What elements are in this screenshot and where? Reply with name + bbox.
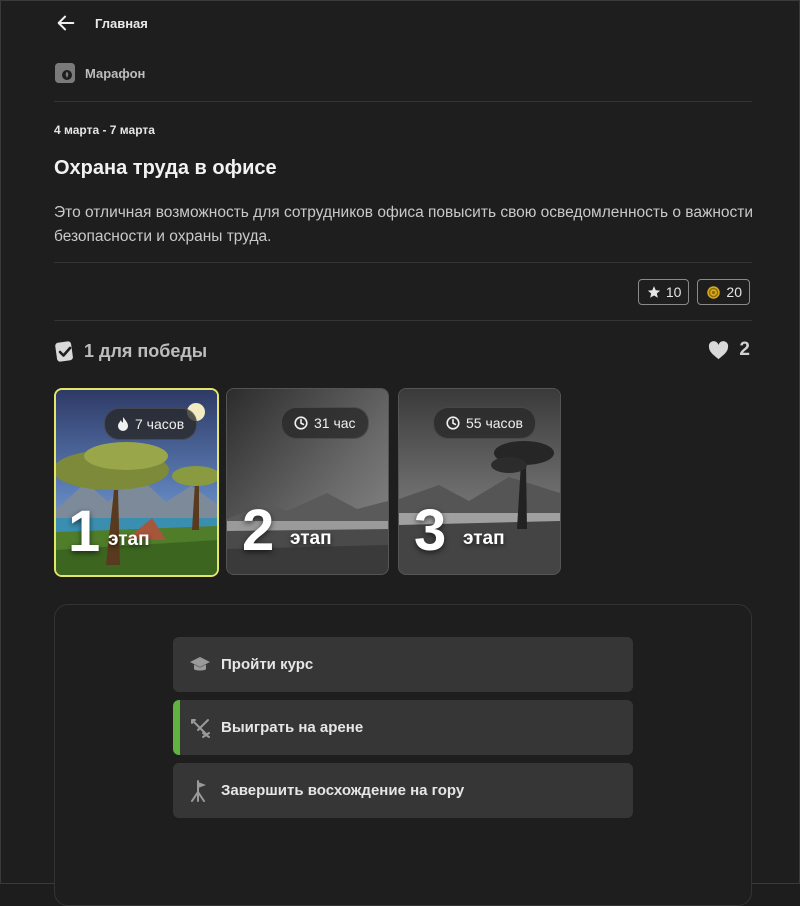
event-description: Это отличная возможность для сотрудников… bbox=[54, 204, 754, 245]
coins-count: 20 bbox=[726, 284, 742, 300]
stars-count: 10 bbox=[665, 284, 682, 300]
star-icon bbox=[647, 286, 660, 298]
stage-label: этап bbox=[290, 528, 332, 549]
divider bbox=[54, 262, 752, 263]
clock-icon bbox=[446, 416, 460, 430]
win-label: 1 для победы bbox=[84, 340, 208, 361]
category-tag: Марафон bbox=[55, 63, 145, 83]
task-label: Завершить восхождение на гору bbox=[221, 782, 465, 799]
task-win-arena[interactable]: Выиграть на арене bbox=[173, 700, 633, 755]
event-title: Охрана труда в офисе bbox=[54, 157, 277, 179]
likes[interactable]: 2 bbox=[708, 339, 750, 361]
stage-duration: 55 часов bbox=[466, 415, 523, 431]
heart-icon[interactable] bbox=[708, 340, 729, 360]
stage-duration-pill: 7 часов bbox=[104, 408, 198, 440]
stage-number: 1 bbox=[68, 499, 101, 564]
app-frame: Главная Марафон 4 марта - 7 марта Охрана… bbox=[0, 0, 800, 906]
coin-icon bbox=[707, 285, 721, 299]
stage-card-1[interactable]: 7 часов 1 этап bbox=[54, 388, 219, 577]
task-take-course[interactable]: Пройти курс bbox=[173, 637, 633, 692]
stage-card-2[interactable]: 31 час 2 этап bbox=[226, 388, 389, 575]
flame-icon bbox=[118, 417, 128, 431]
arrow-left-icon[interactable] bbox=[55, 12, 77, 34]
stage-duration: 31 час bbox=[314, 415, 356, 431]
reward-badges: 10 20 bbox=[637, 279, 750, 305]
stage-label: этап bbox=[108, 529, 150, 550]
stage-duration-pill: 31 час bbox=[281, 407, 369, 439]
graduation-cap-icon bbox=[189, 654, 211, 676]
divider bbox=[54, 101, 752, 102]
clock-icon bbox=[294, 416, 308, 430]
task-label: Выиграть на арене bbox=[221, 719, 364, 736]
category-label: Марафон bbox=[85, 65, 146, 81]
crossed-swords-icon bbox=[189, 717, 211, 739]
event-dates: 4 марта - 7 марта bbox=[54, 123, 155, 137]
stage-card-3[interactable]: 55 часов 3 этап bbox=[398, 388, 561, 575]
back-link-label[interactable]: Главная bbox=[95, 16, 148, 31]
stars-badge: 10 bbox=[637, 279, 690, 305]
coins-badge: 20 bbox=[697, 279, 750, 305]
divider bbox=[54, 320, 752, 321]
likes-count: 2 bbox=[739, 339, 750, 360]
stage-duration-pill: 55 часов bbox=[433, 407, 536, 439]
stage-label: этап bbox=[463, 528, 505, 549]
climber-flag-icon bbox=[189, 779, 211, 802]
stage-duration: 7 часов bbox=[135, 416, 185, 432]
stage-number: 3 bbox=[414, 498, 447, 563]
marathon-icon bbox=[55, 63, 75, 83]
checklist-icon bbox=[55, 341, 73, 362]
win-condition: 1 для победы bbox=[54, 339, 207, 363]
back-navigation[interactable]: Главная bbox=[55, 9, 148, 37]
task-climb-mountain[interactable]: Завершить восхождение на гору bbox=[173, 763, 633, 818]
stage-number: 2 bbox=[242, 498, 275, 563]
task-label: Пройти курс bbox=[221, 656, 314, 673]
